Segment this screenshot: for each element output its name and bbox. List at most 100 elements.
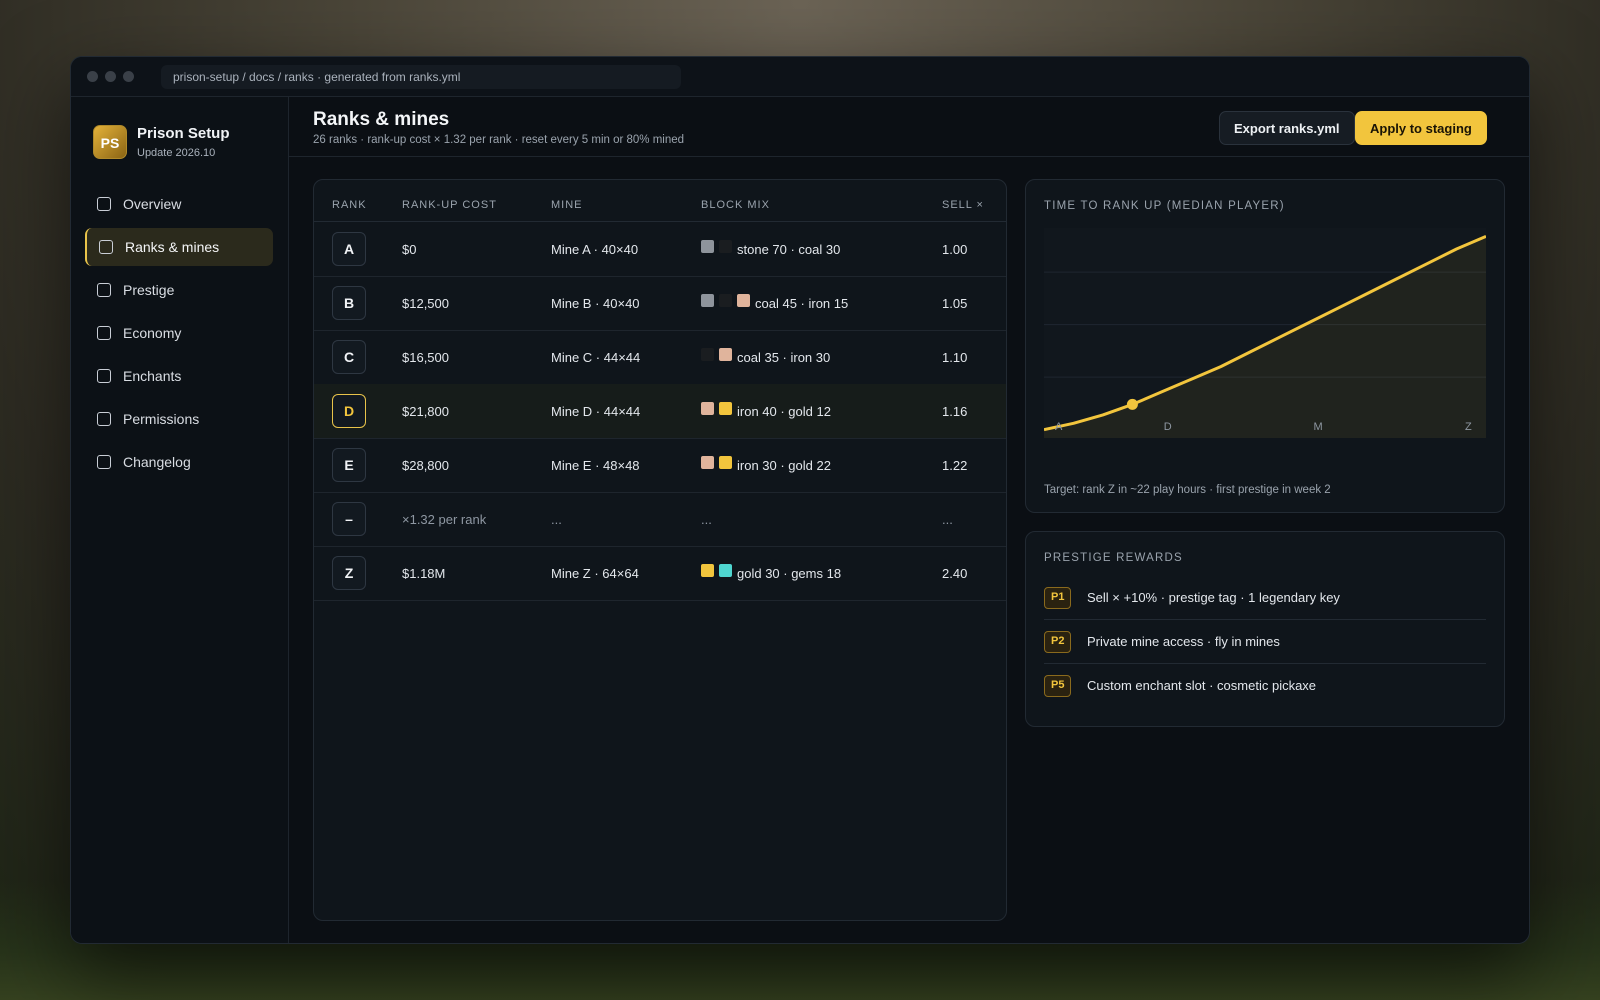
- sell-multiplier: 1.05: [942, 296, 968, 311]
- rank-chip: B: [332, 286, 366, 320]
- window-maximize-button[interactable]: [123, 71, 134, 82]
- prestige-tag: P2: [1044, 631, 1072, 653]
- rank-chip: –: [332, 502, 366, 536]
- table-header: RANK RANK-UP COST MINE BLOCK MIX SELL ×: [314, 180, 1006, 222]
- table-row[interactable]: E $28,800 Mine E · 48×48 iron 30 · gold 22 1…: [314, 438, 1006, 493]
- prestige-row: P5 Custom enchant slot · cosmetic pickaxe: [1044, 664, 1486, 708]
- prestige-title: PRESTIGE REWARDS: [1044, 552, 1183, 564]
- rank-cost: $21,800: [402, 404, 449, 419]
- mine-name: Mine Z · 64×64: [551, 566, 639, 581]
- rank-chip: C: [332, 340, 366, 374]
- sidebar-item-label: Enchants: [123, 368, 182, 384]
- sidebar-item-label: Ranks & mines: [125, 239, 220, 255]
- main-content: Ranks & mines 26 ranks · rank-up cost × …: [289, 97, 1529, 943]
- sidebar-item-changelog[interactable]: Changelog: [85, 443, 273, 481]
- rank-cost: $0: [402, 242, 417, 257]
- column-header-sell[interactable]: SELL ×: [942, 199, 984, 211]
- table-row[interactable]: Z $1.18M Mine Z · 64×64 gold 30 · gems 18 2.…: [314, 546, 1006, 601]
- block-swatch: [719, 564, 732, 577]
- sidebar-item-permissions[interactable]: Permissions: [85, 400, 273, 438]
- rank-cost: $12,500: [402, 296, 449, 311]
- rank-chip: A: [332, 232, 366, 266]
- chart-note: Target: rank Z in ~22 play hours · first…: [1044, 484, 1331, 496]
- sell-multiplier: 2.40: [942, 566, 968, 581]
- window-minimize-button[interactable]: [105, 71, 116, 82]
- block-mix: ...: [701, 512, 712, 527]
- sidebar-item-label: Economy: [123, 325, 182, 341]
- chart-marker-rank-d: [1126, 398, 1138, 410]
- prestige-reward-text: Custom enchant slot · cosmetic pickaxe: [1087, 678, 1317, 693]
- sell-multiplier: ...: [942, 512, 953, 527]
- sell-multiplier: 1.22: [942, 458, 968, 473]
- block-swatch: [701, 402, 714, 415]
- prestige-reward-text: Sell × +10% · prestige tag · 1 legendary…: [1087, 590, 1340, 605]
- prestige-tag: P1: [1044, 587, 1072, 609]
- block-mix: stone 70 · coal 30: [737, 242, 841, 257]
- brand-logo: PS: [93, 125, 127, 159]
- sidebar-item-label: Permissions: [123, 411, 200, 427]
- mine-name: Mine E · 48×48: [551, 458, 640, 473]
- mine-name: ...: [551, 512, 562, 527]
- prestige-row: P1 Sell × +10% · prestige tag · 1 legenda…: [1044, 576, 1486, 620]
- rank-cost: $1.18M: [402, 566, 446, 581]
- rank-cost: $16,500: [402, 350, 449, 365]
- checkbox-icon: [97, 326, 111, 340]
- app-window: prison-setup / docs / ranks · generated …: [70, 56, 1530, 944]
- block-mix: gold 30 · gems 18: [737, 566, 842, 581]
- x-tick-label: D: [1164, 421, 1172, 433]
- block-swatch: [719, 240, 732, 253]
- block-swatch: [719, 348, 732, 361]
- block-swatch: [701, 564, 714, 577]
- block-swatch: [719, 294, 732, 307]
- column-header-block-mix[interactable]: BLOCK MIX: [701, 199, 770, 211]
- prestige-list: P1 Sell × +10% · prestige tag · 1 legenda…: [1026, 576, 1504, 716]
- sell-multiplier: 1.16: [942, 404, 968, 419]
- checkbox-icon: [99, 240, 113, 254]
- sidebar-item-enchants[interactable]: Enchants: [85, 357, 273, 395]
- block-swatch: [701, 294, 714, 307]
- checkbox-icon: [97, 412, 111, 426]
- x-tick-label: Z: [1465, 421, 1472, 433]
- mine-name: Mine A · 40×40: [551, 242, 639, 257]
- table-row[interactable]: C $16,500 Mine C · 44×44 coal 35 · iron 30 1…: [314, 330, 1006, 385]
- sidebar-item-overview[interactable]: Overview: [85, 185, 273, 223]
- sidebar-item-economy[interactable]: Economy: [85, 314, 273, 352]
- window-close-button[interactable]: [87, 71, 98, 82]
- sidebar-item-ranks-mines[interactable]: Ranks & mines: [85, 228, 273, 266]
- sidebar-item-label: Overview: [123, 196, 182, 212]
- column-header-cost[interactable]: RANK-UP COST: [402, 199, 497, 211]
- block-swatch: [701, 348, 714, 361]
- prestige-row: P2 Private mine access · fly in mines: [1044, 620, 1486, 664]
- rank-chip: D: [332, 394, 366, 428]
- chart-plot: ADMZ: [1044, 228, 1486, 438]
- sidebar-item-label: Changelog: [123, 454, 191, 470]
- titlebar: prison-setup / docs / ranks · generated …: [71, 57, 1529, 97]
- table-row[interactable]: B $12,500 Mine B · 40×40 coal 45 · iron 15 1…: [314, 276, 1006, 331]
- table-row[interactable]: D $21,800 Mine D · 44×44 iron 40 · gold 12 1…: [314, 384, 1006, 439]
- x-tick-label: M: [1313, 421, 1322, 433]
- checkbox-icon: [97, 455, 111, 469]
- block-swatch: [719, 402, 732, 415]
- page-subtitle: 26 ranks · rank-up cost × 1.32 per rank …: [313, 134, 685, 146]
- sell-multiplier: 1.00: [942, 242, 968, 257]
- x-tick-label: A: [1055, 421, 1063, 433]
- prestige-reward-text: Private mine access · fly in mines: [1087, 634, 1280, 649]
- apply-to-staging-button[interactable]: Apply to staging: [1355, 111, 1487, 145]
- column-header-mine[interactable]: MINE: [551, 199, 583, 211]
- block-swatch: [737, 294, 750, 307]
- column-header-rank[interactable]: RANK: [332, 199, 367, 211]
- sidebar-item-prestige[interactable]: Prestige: [85, 271, 273, 309]
- rank-chip: Z: [332, 556, 366, 590]
- sidebar: PS Prison Setup Update 2026.10 Overview R…: [71, 97, 289, 943]
- block-swatch: [701, 240, 714, 253]
- rank-up-time-chart: TIME TO RANK UP (MEDIAN PLAYER) A D M Z Tar…: [1025, 179, 1505, 513]
- url-bar[interactable]: prison-setup / docs / ranks · generated …: [161, 65, 681, 89]
- rank-chip: E: [332, 448, 366, 482]
- block-mix: iron 30 · gold 22: [737, 458, 831, 473]
- table-row[interactable]: A $0 Mine A · 40×40 stone 70 · coal 30 1.00: [314, 222, 1006, 277]
- chart-title: TIME TO RANK UP (MEDIAN PLAYER): [1044, 200, 1285, 212]
- ranks-table: RANK RANK-UP COST MINE BLOCK MIX SELL × …: [313, 179, 1007, 921]
- export-button[interactable]: Export ranks.yml: [1219, 111, 1355, 145]
- table-row[interactable]: – ×1.32 per rank.........: [314, 492, 1006, 547]
- prestige-tag: P5: [1044, 675, 1072, 697]
